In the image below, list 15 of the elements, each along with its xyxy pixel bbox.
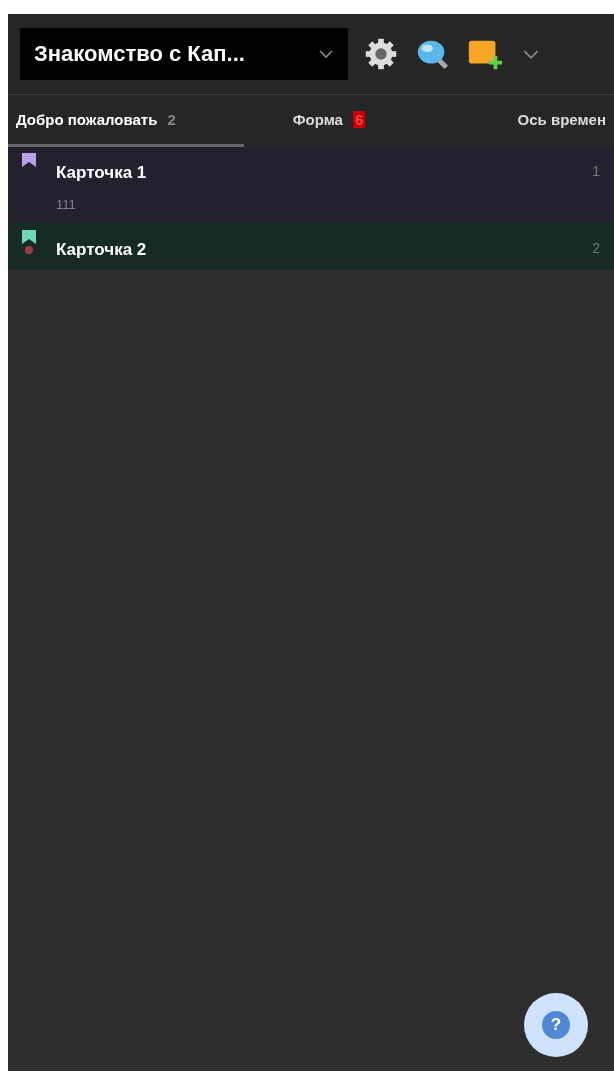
card-title: Карточка 1 xyxy=(56,163,147,183)
card[interactable]: Карточка 2 2 xyxy=(8,224,614,270)
chevron-icon xyxy=(318,49,334,59)
tab-count: 2 xyxy=(167,111,176,128)
card-number: 1 xyxy=(592,163,600,181)
card-number: 2 xyxy=(592,240,600,258)
tab[interactable]: Ось времен xyxy=(414,95,614,147)
help-button[interactable]: ? xyxy=(524,993,588,1057)
card-note: 111 xyxy=(56,197,77,214)
card[interactable]: Карточка 1 1 111 xyxy=(8,147,614,224)
chevron-icon[interactable] xyxy=(522,48,540,60)
card-title: Карточка 2 xyxy=(56,240,147,260)
tab-count: 6 xyxy=(352,111,366,128)
title-dropdown[interactable]: Знакомство с Кап... xyxy=(20,28,348,80)
tab[interactable]: Форма 6 xyxy=(244,95,414,147)
